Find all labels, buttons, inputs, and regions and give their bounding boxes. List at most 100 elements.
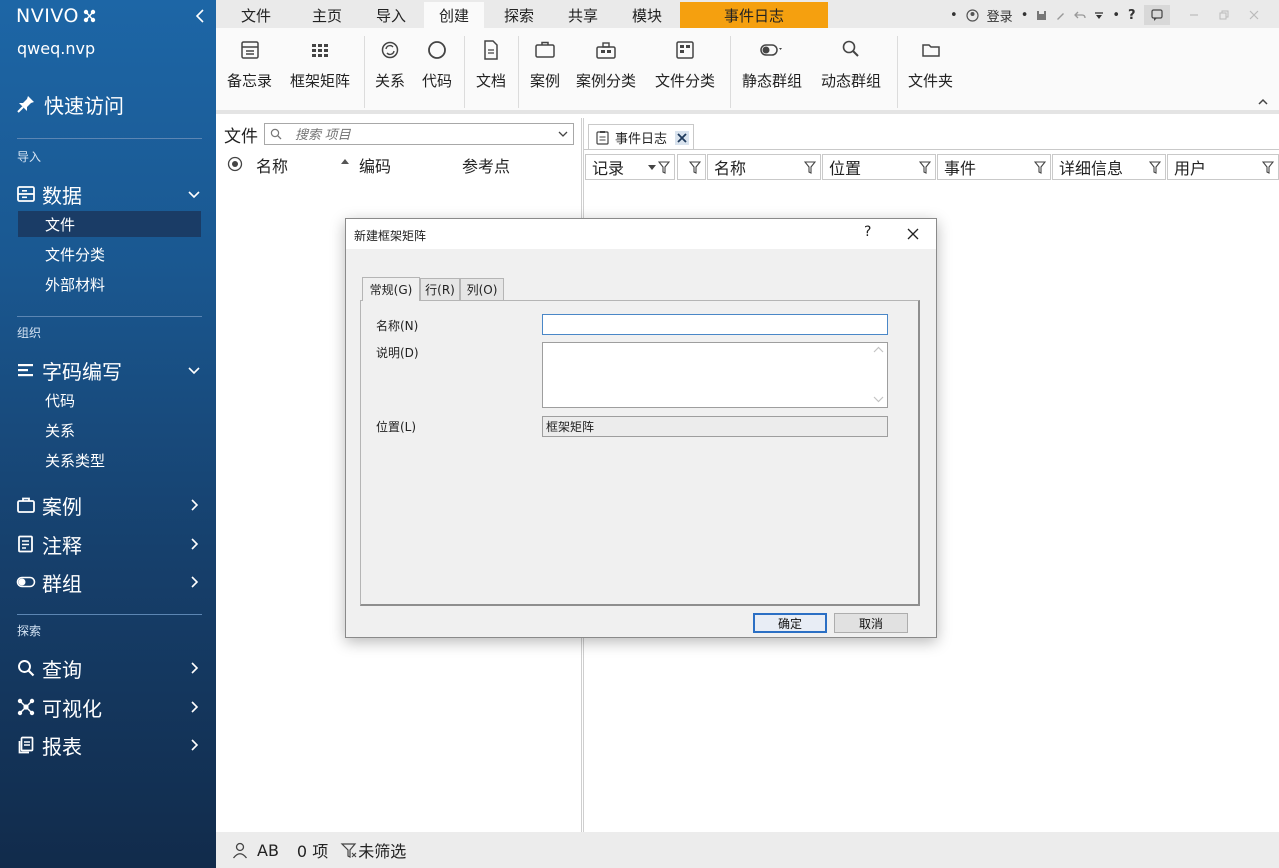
- filter-icon[interactable]: [1034, 161, 1046, 174]
- nav-groups[interactable]: 群组: [16, 568, 202, 596]
- column-event[interactable]: 事件: [937, 154, 1051, 180]
- toggle-sets-icon: [16, 576, 36, 588]
- dot-icon: •: [1020, 7, 1029, 23]
- nav-data[interactable]: 数据: [16, 180, 202, 208]
- nav-visualize[interactable]: 可视化: [16, 693, 202, 721]
- case-classification-button[interactable]: 案例分类: [576, 38, 636, 91]
- tab-import[interactable]: 导入: [360, 2, 422, 28]
- sidebar-item-externals[interactable]: 外部材料: [18, 271, 201, 297]
- nav-query[interactable]: 查询: [16, 654, 202, 682]
- column-name[interactable]: 名称: [707, 154, 821, 180]
- quick-access-label: 快速访问: [44, 93, 124, 118]
- column-codes[interactable]: 编码: [359, 153, 391, 177]
- dynamic-set-button[interactable]: 动态群组: [821, 38, 881, 91]
- sidebar-item-relationships[interactable]: 关系: [18, 417, 201, 443]
- sidebar-item-file-classifications[interactable]: 文件分类: [18, 241, 201, 267]
- cancel-button[interactable]: 取消: [834, 613, 908, 633]
- framework-matrix-button[interactable]: 框架矩阵: [290, 38, 350, 91]
- filter-icon[interactable]: [804, 161, 816, 174]
- tab-file[interactable]: 文件: [226, 2, 286, 28]
- feedback-icon[interactable]: [1143, 5, 1170, 25]
- collapse-ribbon-icon[interactable]: [1257, 97, 1269, 107]
- filter-icon[interactable]: [1262, 161, 1274, 174]
- quick-access[interactable]: 快速访问: [16, 90, 124, 118]
- tab-create[interactable]: 创建: [424, 2, 484, 28]
- add-circle-icon[interactable]: [227, 156, 243, 172]
- coding-icon: [18, 364, 33, 377]
- location-label: 位置(L): [376, 420, 417, 434]
- filter-icon[interactable]: [658, 161, 670, 174]
- folder-button[interactable]: 文件夹: [908, 38, 953, 91]
- case-classification-label: 案例分类: [576, 72, 637, 90]
- document-button[interactable]: 文档: [476, 38, 506, 91]
- search-icon: [842, 40, 859, 57]
- login-link[interactable]: 登录: [987, 6, 1013, 25]
- dot-icon: •: [1112, 7, 1121, 23]
- ok-button[interactable]: 确定: [753, 613, 827, 633]
- search-input[interactable]: [287, 126, 537, 142]
- nav-coding-label: 字码编写: [42, 359, 122, 384]
- help-button[interactable]: ?: [1128, 8, 1136, 23]
- nav-notes[interactable]: 注释: [16, 530, 202, 558]
- column-location[interactable]: 位置: [822, 154, 936, 180]
- customize-toolbar-icon[interactable]: [1094, 10, 1104, 21]
- column-name[interactable]: 名称: [256, 153, 288, 177]
- file-classification-label: 文件分类: [655, 72, 716, 90]
- memo-button[interactable]: 备忘录: [227, 38, 272, 91]
- relationship-icon: [381, 41, 399, 59]
- column-blank[interactable]: [677, 154, 706, 180]
- filter-icon[interactable]: [919, 161, 931, 174]
- search-box[interactable]: [264, 123, 574, 145]
- filter-icon[interactable]: [689, 161, 701, 174]
- column-details[interactable]: 详细信息: [1052, 154, 1166, 180]
- tab-explore[interactable]: 探索: [488, 2, 550, 28]
- case-classification-icon: [596, 42, 616, 59]
- tab-modules[interactable]: 模块: [616, 2, 678, 28]
- name-input[interactable]: [542, 314, 888, 335]
- divider: [17, 316, 202, 317]
- dialog-tab-columns[interactable]: 列(O): [460, 278, 504, 300]
- close-tab-icon[interactable]: [675, 131, 689, 145]
- code-button[interactable]: 代码: [422, 38, 452, 91]
- close-icon[interactable]: [905, 226, 921, 242]
- column-record[interactable]: 记录: [585, 154, 675, 180]
- description-scrollbar[interactable]: [871, 344, 886, 406]
- collapse-sidebar-icon[interactable]: [192, 7, 208, 25]
- tab-share[interactable]: 共享: [552, 2, 614, 28]
- tab-event-log[interactable]: 事件日志: [680, 2, 828, 28]
- undo-icon[interactable]: [1074, 10, 1087, 21]
- sort-up-icon: [341, 159, 349, 164]
- nav-cases[interactable]: 案例: [16, 491, 202, 519]
- save-icon[interactable]: [1036, 10, 1047, 21]
- relationship-button[interactable]: 关系: [375, 38, 405, 91]
- dialog-tab-rows[interactable]: 行(R): [420, 278, 460, 300]
- sidebar-item-files[interactable]: 文件: [18, 211, 201, 237]
- nav-reports[interactable]: 报表: [16, 731, 202, 759]
- search-icon: [18, 660, 35, 677]
- chevron-down-icon[interactable]: [557, 128, 569, 140]
- file-classification-button[interactable]: 文件分类: [655, 38, 715, 91]
- sidebar-item-relationship-types[interactable]: 关系类型: [18, 447, 201, 473]
- description-label: 说明(D): [376, 346, 419, 360]
- dialog-help-button[interactable]: ?: [864, 224, 871, 240]
- folder-icon: [921, 44, 940, 57]
- static-set-button[interactable]: 静态群组: [742, 38, 802, 91]
- case-button[interactable]: 案例: [530, 38, 560, 91]
- dialog-title: 新建框架矩阵: [354, 229, 427, 243]
- dialog-tab-general[interactable]: 常规(G): [362, 277, 420, 301]
- column-user[interactable]: 用户: [1167, 154, 1279, 180]
- tab-home[interactable]: 主页: [296, 2, 358, 28]
- tab-event-log-document[interactable]: 事件日志: [588, 124, 694, 149]
- matrix-icon: [312, 44, 328, 57]
- edit-icon[interactable]: [1055, 10, 1066, 21]
- sidebar-item-codes[interactable]: 代码: [18, 387, 201, 413]
- nav-coding[interactable]: 字码编写: [16, 356, 202, 384]
- close-window-icon[interactable]: [1248, 9, 1260, 21]
- pane-title: 文件: [224, 127, 258, 147]
- minimize-icon[interactable]: [1188, 9, 1200, 21]
- restore-icon[interactable]: [1218, 9, 1230, 21]
- column-references[interactable]: 参考点: [462, 153, 510, 177]
- filter-icon[interactable]: [1149, 161, 1161, 174]
- nav-query-label: 查询: [42, 657, 82, 682]
- description-textarea[interactable]: [542, 342, 888, 408]
